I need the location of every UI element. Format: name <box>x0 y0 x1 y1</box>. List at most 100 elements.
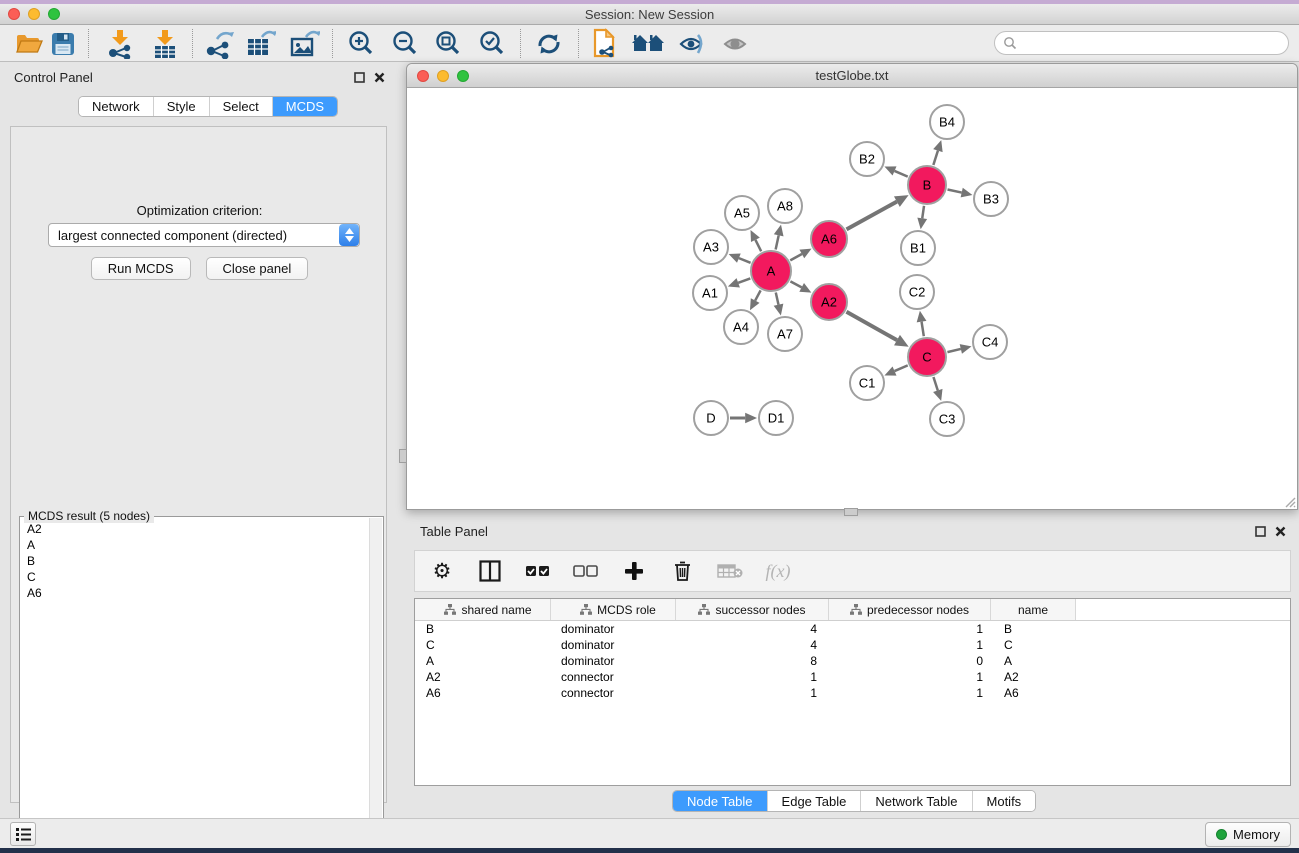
table-cell[interactable]: C <box>415 638 551 652</box>
tab-node-table[interactable]: Node Table <box>673 791 767 811</box>
table-cell[interactable]: A2 <box>991 670 1076 684</box>
graph-node-A2[interactable]: A2 <box>811 284 847 320</box>
column-header-successor-nodes[interactable]: successor nodes <box>676 599 829 620</box>
graph-edge-A-A6[interactable] <box>790 254 802 260</box>
save-session-icon[interactable] <box>46 29 80 59</box>
table-row[interactable]: Cdominator41C <box>415 637 1290 653</box>
column-header-mcds-role[interactable]: MCDS role <box>551 599 676 620</box>
graph-edge-A-A2[interactable] <box>790 281 801 287</box>
table-cell[interactable]: 1 <box>829 638 991 652</box>
table-cell[interactable]: 1 <box>829 622 991 636</box>
graph-edge-A-A3[interactable] <box>739 258 751 263</box>
open-session-icon[interactable] <box>12 29 46 59</box>
delete-table-icon[interactable] <box>717 557 743 585</box>
graph-node-A8[interactable]: A8 <box>768 189 802 223</box>
home-icon[interactable] <box>631 29 665 59</box>
table-cell[interactable]: connector <box>551 686 676 700</box>
graph-node-C2[interactable]: C2 <box>900 275 934 309</box>
task-history-button[interactable] <box>10 822 36 846</box>
table-cell[interactable]: 4 <box>676 622 829 636</box>
table-cell[interactable]: 1 <box>676 686 829 700</box>
main-titlebar[interactable]: Session: New Session <box>0 4 1299 25</box>
select-all-icon[interactable] <box>525 557 551 585</box>
graph-edge-C-C3[interactable] <box>933 377 937 390</box>
table-cell[interactable]: 1 <box>829 670 991 684</box>
result-item[interactable]: B <box>21 553 367 569</box>
result-item[interactable]: A6 <box>21 585 367 601</box>
table-cell[interactable]: 4 <box>676 638 829 652</box>
show-columns-icon[interactable] <box>477 557 503 585</box>
table-cell[interactable]: A2 <box>415 670 551 684</box>
table-cell[interactable]: A6 <box>991 686 1076 700</box>
result-item[interactable]: A <box>21 537 367 553</box>
table-cell[interactable]: 8 <box>676 654 829 668</box>
close-panel-button[interactable]: Close panel <box>206 257 309 280</box>
run-mcds-button[interactable]: Run MCDS <box>91 257 191 280</box>
table-cell[interactable]: 1 <box>676 670 829 684</box>
zoom-in-icon[interactable] <box>344 29 378 59</box>
graph-edge-B-B4[interactable] <box>933 151 938 165</box>
add-column-icon[interactable] <box>621 557 647 585</box>
network-from-document-icon[interactable] <box>588 29 622 59</box>
graph-node-C3[interactable]: C3 <box>930 402 964 436</box>
close-table-panel-icon[interactable] <box>1275 526 1286 537</box>
graph-edge-B-B2[interactable] <box>895 171 908 177</box>
graph-edge-A-A1[interactable] <box>738 278 750 282</box>
table-cell[interactable]: B <box>415 622 551 636</box>
table-cell[interactable]: C <box>991 638 1076 652</box>
tab-select[interactable]: Select <box>209 97 272 116</box>
graph-node-B2[interactable]: B2 <box>850 142 884 176</box>
table-row[interactable]: Adominator80A <box>415 653 1290 669</box>
graph-node-A7[interactable]: A7 <box>768 317 802 351</box>
graph-edge-C-C2[interactable] <box>922 322 924 337</box>
table-cell[interactable]: dominator <box>551 654 676 668</box>
tab-style[interactable]: Style <box>153 97 209 116</box>
graph-node-A6[interactable]: A6 <box>811 221 847 257</box>
column-header-predecessor-nodes[interactable]: predecessor nodes <box>829 599 991 620</box>
graph-edge-C-C1[interactable] <box>895 365 908 371</box>
result-item[interactable]: C <box>21 569 367 585</box>
tab-network[interactable]: Network <box>79 97 153 116</box>
table-cell[interactable]: A <box>415 654 551 668</box>
table-cell[interactable]: 0 <box>829 654 991 668</box>
tab-network-table[interactable]: Network Table <box>860 791 971 811</box>
table-row[interactable]: A6connector11A6 <box>415 685 1290 701</box>
result-list-scrollbar[interactable] <box>369 518 382 853</box>
vertical-splitter-handle[interactable] <box>399 449 407 463</box>
column-header-name[interactable]: name <box>991 599 1076 620</box>
memory-button[interactable]: Memory <box>1205 822 1291 847</box>
column-header-shared-name[interactable]: shared name <box>415 599 551 620</box>
graph-node-A4[interactable]: A4 <box>724 310 758 344</box>
graph-edge-A6-B[interactable] <box>847 202 897 230</box>
close-panel-icon[interactable] <box>374 72 385 83</box>
table-cell[interactable]: connector <box>551 670 676 684</box>
export-table-icon[interactable] <box>244 29 278 59</box>
window-resize-grip[interactable] <box>1282 494 1296 508</box>
graph-node-A1[interactable]: A1 <box>693 276 727 310</box>
graph-node-B4[interactable]: B4 <box>930 105 964 139</box>
horizontal-splitter-handle[interactable] <box>844 508 858 516</box>
graph-node-B[interactable]: B <box>908 166 946 204</box>
zoom-out-icon[interactable] <box>388 29 422 59</box>
criterion-dropdown[interactable]: largest connected component (directed) <box>48 223 360 247</box>
show-graphics-details-icon[interactable] <box>675 29 709 59</box>
result-item[interactable]: A2 <box>21 521 367 537</box>
table-options-icon[interactable]: ⚙ <box>429 557 455 585</box>
apply-function-icon[interactable]: f(x) <box>765 557 791 585</box>
table-row[interactable]: Bdominator41B <box>415 621 1290 637</box>
table-cell[interactable]: 1 <box>829 686 991 700</box>
table-cell[interactable]: A6 <box>415 686 551 700</box>
import-network-icon[interactable] <box>103 29 137 59</box>
graph-edge-B-B1[interactable] <box>922 206 924 219</box>
graph-node-A5[interactable]: A5 <box>725 196 759 230</box>
graph-edge-B-B3[interactable] <box>948 189 962 192</box>
graph-edge-A-A8[interactable] <box>776 235 779 249</box>
network-window-titlebar[interactable]: testGlobe.txt <box>407 64 1297 88</box>
graph-edge-A2-C[interactable] <box>846 312 897 340</box>
refresh-view-icon[interactable] <box>532 29 566 59</box>
export-image-icon[interactable] <box>288 29 322 59</box>
mcds-result-list[interactable]: A2ABCA6 <box>21 521 367 853</box>
graph-node-C[interactable]: C <box>908 338 946 376</box>
graph-node-A[interactable]: A <box>751 251 791 291</box>
search-field[interactable] <box>994 31 1289 55</box>
